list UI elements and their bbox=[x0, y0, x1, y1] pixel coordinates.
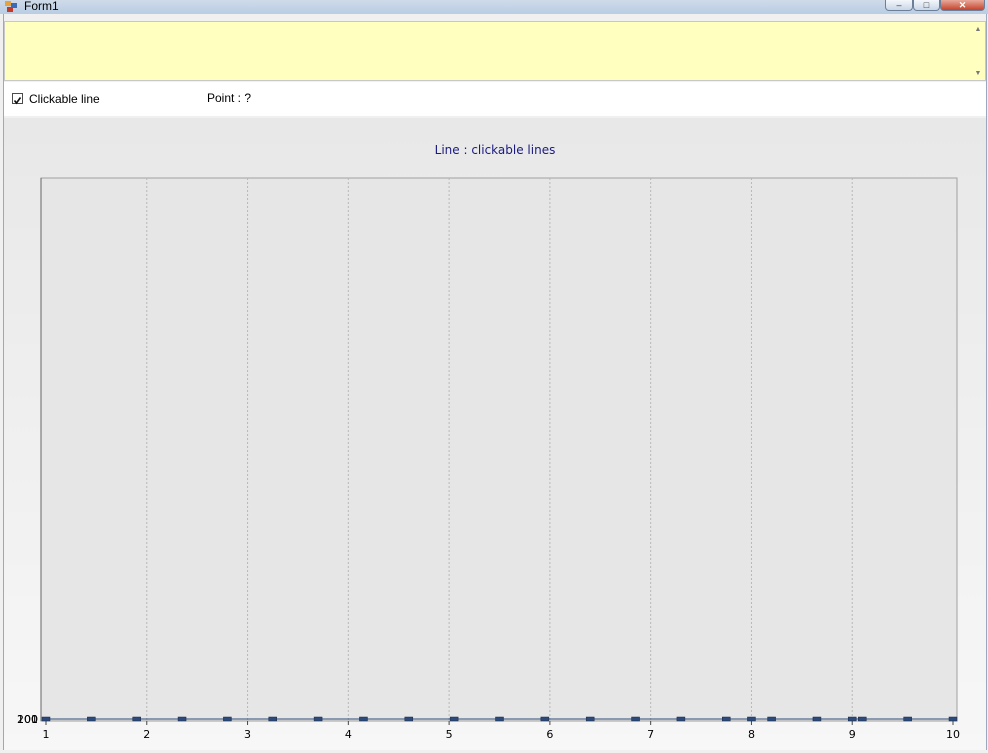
clickable-line-checkbox[interactable] bbox=[12, 93, 23, 105]
data-point[interactable] bbox=[747, 716, 756, 722]
window-title: Form1 bbox=[24, 0, 59, 13]
x-tick-label: 6 bbox=[546, 728, 553, 741]
data-point[interactable] bbox=[359, 716, 368, 722]
chart-area[interactable]: Line : clickable lines 1 2 3 4 5 6 7 8 9 10 1 100 20… bbox=[4, 118, 986, 750]
point-readout: Point : ? bbox=[207, 91, 252, 105]
x-tick-label: 3 bbox=[244, 728, 251, 741]
data-point[interactable] bbox=[268, 716, 277, 722]
line-chart[interactable]: 1 2 3 4 5 6 7 8 9 101100200 bbox=[4, 118, 986, 750]
x-tick-label: 7 bbox=[647, 728, 654, 741]
form-client-area: ▲ ▼ Clickable line Point : ? Line : clic… bbox=[3, 14, 987, 750]
x-tick-label: 5 bbox=[446, 728, 453, 741]
x-tick-label: 1 bbox=[43, 728, 50, 741]
data-point[interactable] bbox=[404, 716, 414, 722]
data-point[interactable] bbox=[177, 716, 187, 722]
close-button[interactable]: ✕ bbox=[940, 0, 985, 11]
x-tick-label: 4 bbox=[345, 728, 352, 741]
data-point[interactable] bbox=[631, 716, 640, 722]
minimize-button[interactable]: ‒ bbox=[885, 0, 913, 11]
y-tick-label: 200 bbox=[17, 713, 38, 726]
maximize-button[interactable]: □ bbox=[913, 0, 940, 11]
x-tick-label: 8 bbox=[748, 728, 755, 741]
x-tick-label: 9 bbox=[849, 728, 856, 741]
data-point[interactable] bbox=[812, 716, 822, 722]
data-point[interactable] bbox=[540, 716, 550, 722]
data-point[interactable] bbox=[585, 716, 595, 722]
data-point[interactable] bbox=[767, 716, 776, 722]
data-point[interactable] bbox=[858, 716, 867, 722]
data-point[interactable] bbox=[87, 716, 96, 722]
title-bar[interactable]: Form1 ‒ □ ✕ bbox=[0, 0, 988, 14]
app-icon bbox=[5, 1, 17, 12]
x-tick-label: 10 bbox=[946, 728, 960, 741]
data-point[interactable] bbox=[313, 716, 323, 722]
data-point[interactable] bbox=[132, 716, 141, 722]
data-point[interactable] bbox=[722, 716, 731, 722]
scroll-down-arrow-icon[interactable]: ▼ bbox=[973, 68, 983, 78]
options-bar: Clickable line Point : ? bbox=[4, 82, 986, 116]
data-point[interactable] bbox=[41, 716, 51, 722]
close-icon: ✕ bbox=[958, 0, 967, 10]
data-point[interactable] bbox=[948, 716, 958, 722]
data-point[interactable] bbox=[449, 716, 459, 722]
maximize-icon: □ bbox=[923, 0, 930, 10]
minimize-icon: ‒ bbox=[896, 0, 902, 10]
checkmark-icon bbox=[13, 97, 22, 105]
plot-frame bbox=[40, 177, 958, 722]
scroll-up-arrow-icon[interactable]: ▲ bbox=[973, 24, 983, 34]
data-point[interactable] bbox=[223, 716, 232, 722]
clickable-line-label[interactable]: Clickable line bbox=[29, 92, 100, 106]
log-textbox[interactable]: ▲ ▼ bbox=[4, 21, 986, 81]
x-tick-label: 2 bbox=[143, 728, 150, 741]
data-point[interactable] bbox=[903, 716, 912, 722]
data-point[interactable] bbox=[676, 716, 686, 722]
data-point[interactable] bbox=[847, 716, 857, 722]
data-point[interactable] bbox=[495, 716, 504, 722]
